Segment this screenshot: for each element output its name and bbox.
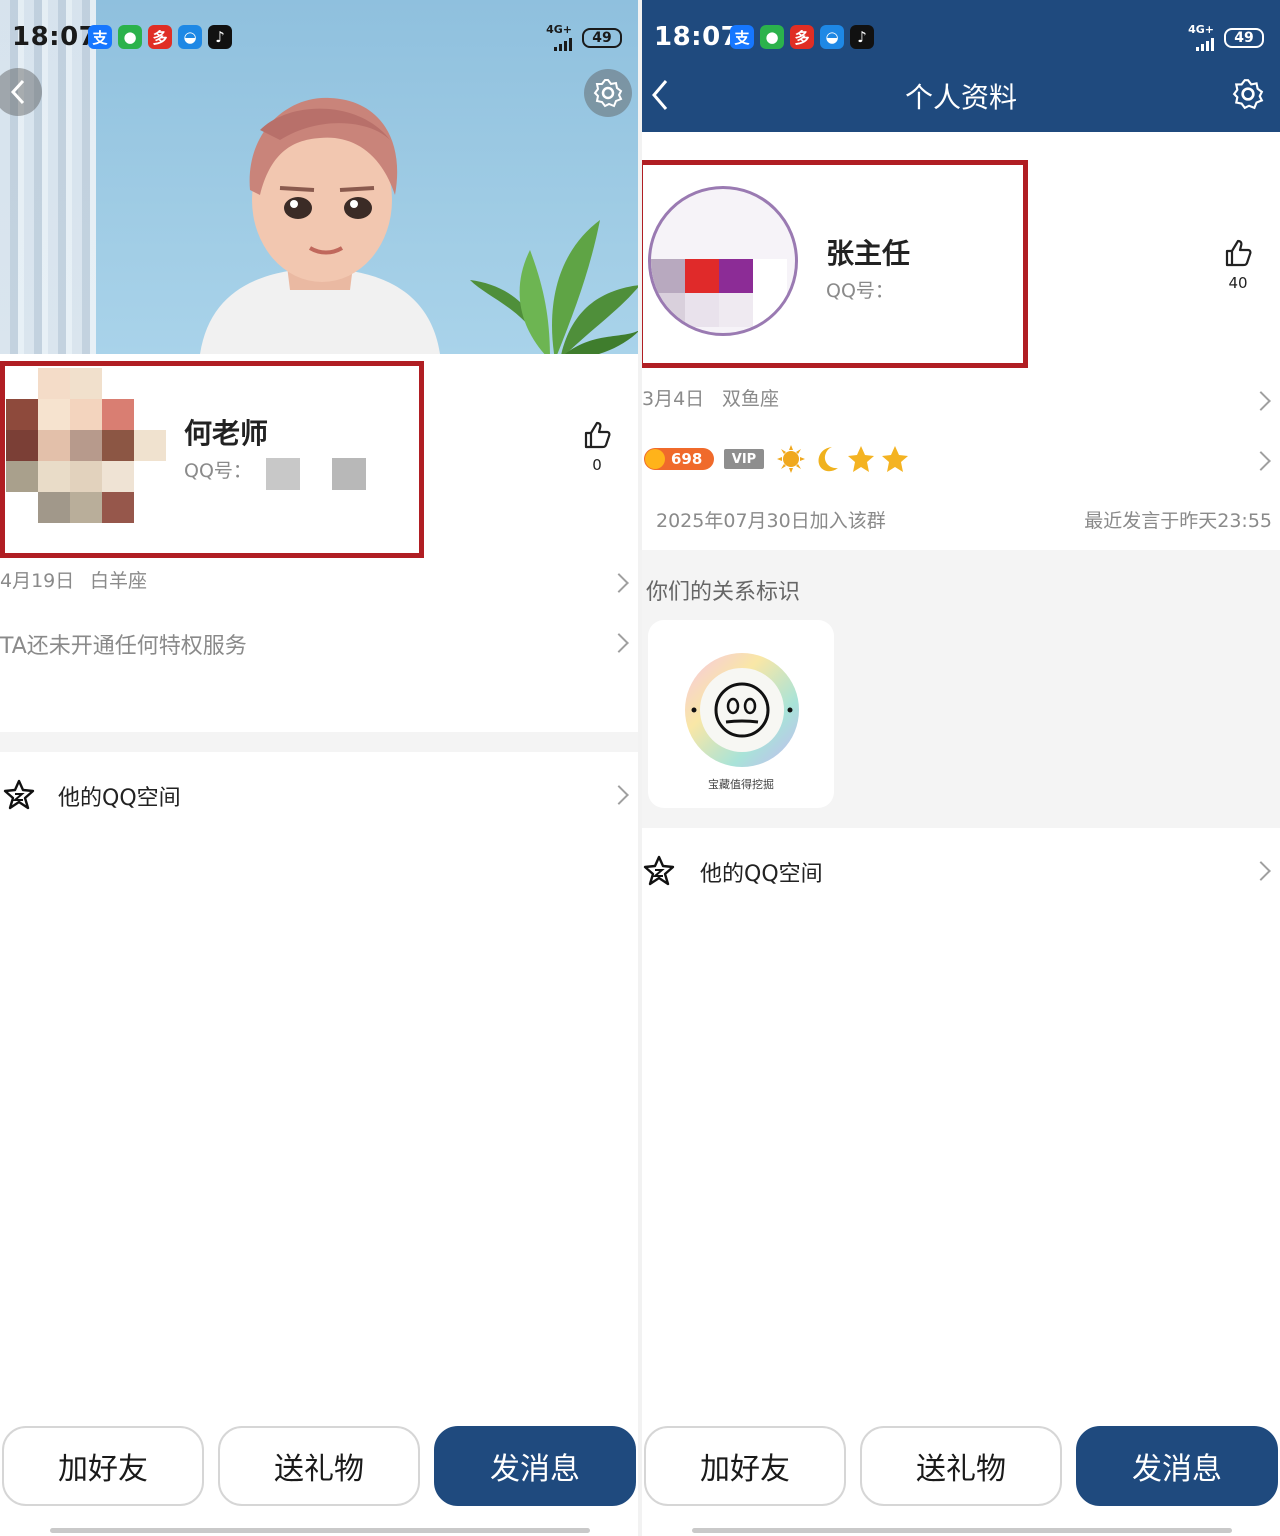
status-bar: 18:07 支 ● 多 ◒ ♪ 4G+ 49 <box>0 0 638 76</box>
status-app-icons: 支 ● 多 ◒ ♪ <box>88 25 232 49</box>
relation-badge-card[interactable]: 宝藏值得挖掘 <box>648 620 834 808</box>
pinduoduo-icon: 多 <box>148 25 172 49</box>
section-divider <box>0 732 638 752</box>
chevron-left-icon <box>10 79 25 105</box>
coin-icon <box>645 449 665 469</box>
thumbs-up-icon <box>584 421 611 449</box>
badges-row[interactable]: 698 VIP <box>642 440 1280 480</box>
alipay-icon: 支 <box>88 25 112 49</box>
like-count: 0 <box>592 456 602 474</box>
profile-name: 张主任 <box>826 237 911 270</box>
status-app-icons: 支 ● 多 ◒ ♪ <box>730 25 874 49</box>
alipay-icon: 支 <box>730 25 754 49</box>
qzone-row[interactable]: 他的QQ空间 <box>642 848 1280 894</box>
birthday-row[interactable]: 3月4日 双鱼座 <box>642 378 1280 422</box>
star-level-icon <box>848 446 874 472</box>
chevron-right-icon <box>1251 451 1271 471</box>
relation-title: 你们的关系标识 <box>646 580 801 605</box>
tiktok-icon: ♪ <box>850 25 874 49</box>
avatar-blurred <box>6 368 166 524</box>
battery-indicator: 49 <box>582 28 622 48</box>
like-button[interactable]: 40 <box>1220 238 1256 292</box>
chevron-right-icon <box>609 573 629 593</box>
birthday-row[interactable]: 4月19日 白羊座 <box>0 560 638 604</box>
home-indicator <box>692 1528 1232 1533</box>
status-time: 18:07 <box>12 22 98 52</box>
level-badge: 698 <box>644 448 714 470</box>
send-message-button[interactable]: 发消息 <box>434 1426 636 1506</box>
send-gift-button[interactable]: 送礼物 <box>218 1426 420 1506</box>
avatar-blurred <box>648 186 798 336</box>
signal-icon <box>1196 38 1214 51</box>
cloud-app-icon: ◒ <box>178 25 202 49</box>
home-indicator <box>50 1528 590 1533</box>
qzone-label: 他的QQ空间 <box>700 862 823 887</box>
gear-icon <box>593 79 623 108</box>
like-count: 40 <box>1228 274 1248 292</box>
level-badge-value: 698 <box>671 450 703 468</box>
cloud-app-icon: ◒ <box>820 25 844 49</box>
privilege-row[interactable]: TA还未开通任何特权服务 <box>0 622 638 666</box>
privilege-text: TA还未开通任何特权服务 <box>0 634 247 659</box>
join-date: 2025年07月30日加入该群 <box>656 510 886 532</box>
gear-icon[interactable] <box>1232 78 1264 110</box>
settings-button[interactable] <box>584 69 632 117</box>
birthday-date: 4月19日 <box>0 570 75 592</box>
relation-badge-text: 宝藏值得挖掘 <box>708 778 774 791</box>
qq-number-label: QQ号： <box>826 280 894 302</box>
add-friend-button[interactable]: 加好友 <box>2 1426 204 1506</box>
right-profile-screen: 18:07 支 ● 多 ◒ ♪ 4G+ 49 个人资料 张主任 QQ号： 40 … <box>642 0 1280 1536</box>
star-level-icon <box>882 446 908 472</box>
wechat-icon: ● <box>118 25 142 49</box>
chevron-right-icon <box>609 633 629 653</box>
send-gift-button[interactable]: 送礼物 <box>860 1426 1062 1506</box>
relation-badge-icon <box>685 653 799 767</box>
zodiac-sign: 双鱼座 <box>722 388 780 410</box>
sun-level-icon <box>777 445 805 473</box>
avatar-character-illustration <box>200 97 440 354</box>
qzone-star-icon <box>3 779 35 810</box>
last-speak: 最近发言于昨天23:55 <box>1084 510 1272 532</box>
plant-illustration <box>470 220 638 354</box>
wechat-icon: ● <box>760 25 784 49</box>
qzone-row[interactable]: 他的QQ空间 <box>0 772 638 818</box>
signal-icon <box>554 38 572 51</box>
qq-number-label: QQ号： <box>184 460 252 482</box>
qzone-star-icon <box>643 855 675 886</box>
like-button[interactable]: 0 <box>578 420 616 474</box>
status-time: 18:07 <box>654 22 740 52</box>
qq-number-redacted <box>266 458 300 490</box>
relation-section: 你们的关系标识 宝藏值得挖掘 <box>642 550 1280 828</box>
birthday-date: 3月4日 <box>642 388 705 410</box>
qzone-label: 他的QQ空间 <box>58 786 181 811</box>
network-type: 4G+ <box>1188 23 1214 36</box>
send-message-button[interactable]: 发消息 <box>1076 1426 1278 1506</box>
network-type: 4G+ <box>546 23 572 36</box>
add-friend-button[interactable]: 加好友 <box>644 1426 846 1506</box>
tiktok-icon: ♪ <box>208 25 232 49</box>
chevron-right-icon <box>1251 861 1271 881</box>
zodiac-sign: 白羊座 <box>90 570 148 592</box>
profile-name: 何老师 <box>184 417 269 450</box>
pinduoduo-icon: 多 <box>790 25 814 49</box>
thumbs-up-icon <box>1225 239 1252 267</box>
moon-level-icon <box>818 447 838 472</box>
battery-indicator: 49 <box>1224 28 1264 48</box>
status-bar: 18:07 支 ● 多 ◒ ♪ 4G+ 49 <box>642 0 1280 76</box>
chevron-right-icon <box>1251 391 1271 411</box>
left-profile-screen: 18:07 支 ● 多 ◒ ♪ 4G+ 49 何老师 QQ号： 0 4月19日 … <box>0 0 638 1536</box>
vip-badge: VIP <box>724 449 764 469</box>
qq-number-redacted <box>332 458 366 490</box>
chevron-right-icon <box>609 785 629 805</box>
page-title: 个人资料 <box>904 81 1017 114</box>
